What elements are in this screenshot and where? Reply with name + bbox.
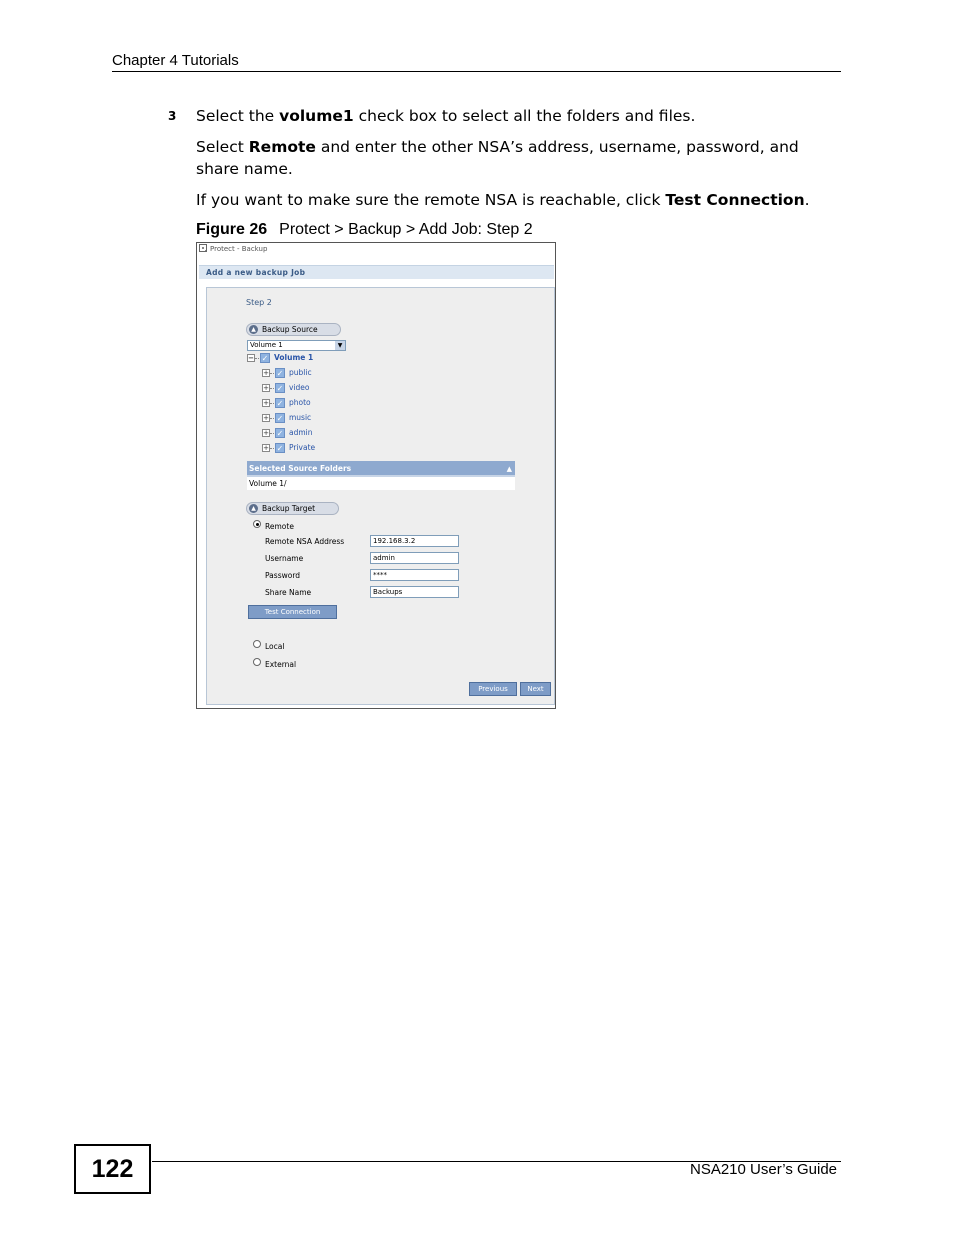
video-checkbox[interactable]: ✓ xyxy=(275,383,285,393)
arrow-circle-icon: ▲ xyxy=(249,325,258,334)
tree-connector xyxy=(270,433,274,434)
external-label: External xyxy=(265,660,297,669)
collapse-icon[interactable]: − xyxy=(247,354,255,362)
expand-icon[interactable]: + xyxy=(262,444,270,452)
job-title-bar: Add a new backup Job xyxy=(199,265,554,279)
backup-source-label: Backup Source xyxy=(262,325,318,334)
guide-title: NSA210 User’s Guide xyxy=(690,1161,838,1178)
step-paragraph-2: Select Remote and enter the other NSA’s … xyxy=(196,136,826,180)
tree-label-volume1: Volume 1 xyxy=(274,353,314,362)
expand-icon[interactable]: + xyxy=(262,399,270,407)
p2-text: Select xyxy=(196,138,249,156)
p1-text: Select the xyxy=(196,107,280,125)
music-checkbox[interactable]: ✓ xyxy=(275,413,285,423)
expand-icon[interactable]: + xyxy=(262,384,270,392)
step-number: 3 xyxy=(168,109,177,123)
figure-caption: Figure 26 Protect > Backup > Add Job: Ste… xyxy=(196,221,533,239)
tree-connector xyxy=(270,418,274,419)
local-radio[interactable] xyxy=(253,640,261,648)
p1-bold: volume1 xyxy=(279,107,354,125)
volume1-checkbox[interactable]: ✓ xyxy=(260,353,270,363)
local-label: Local xyxy=(265,642,285,651)
expand-icon[interactable]: + xyxy=(262,414,270,422)
username-input[interactable]: admin xyxy=(370,552,459,564)
breadcrumb: Protect - Backup xyxy=(199,244,267,253)
grid-icon xyxy=(199,244,207,252)
selected-folders-header[interactable]: Selected Source Folders ▲ xyxy=(247,461,515,477)
tree-connector xyxy=(270,448,274,449)
step-title: Step 2 xyxy=(246,298,272,307)
chapter-header: Chapter 4 Tutorials xyxy=(112,52,239,69)
external-radio[interactable] xyxy=(253,658,261,666)
admin-checkbox[interactable]: ✓ xyxy=(275,428,285,438)
share-name-label: Share Name xyxy=(265,588,312,597)
chevron-down-icon[interactable]: ▼ xyxy=(335,341,345,350)
tree-connector xyxy=(255,358,259,359)
p3-bold: Test Connection xyxy=(665,191,805,209)
p3-text-end: . xyxy=(804,191,810,209)
p2-bold: Remote xyxy=(248,138,316,156)
password-input[interactable]: **** xyxy=(370,569,459,581)
address-label: Remote NSA Address xyxy=(265,537,345,546)
test-connection-button[interactable]: Test Connection xyxy=(248,605,337,619)
tree-label: Private xyxy=(289,443,316,452)
arrow-circle-icon: ▲ xyxy=(249,504,258,513)
private-checkbox[interactable]: ✓ xyxy=(275,443,285,453)
selected-folder-row: Volume 1/ xyxy=(247,477,515,490)
tree-label: admin xyxy=(289,428,313,437)
figure-label: Figure 26 xyxy=(196,221,268,238)
username-label: Username xyxy=(265,554,304,563)
remote-radio[interactable] xyxy=(253,520,261,528)
tree-connector xyxy=(270,388,274,389)
tree-label: music xyxy=(289,413,312,422)
chevron-up-icon[interactable]: ▲ xyxy=(507,461,512,477)
tree-label: video xyxy=(289,383,310,392)
selected-folders-title: Selected Source Folders xyxy=(249,464,352,473)
backup-target-pill: ▲ Backup Target xyxy=(246,502,339,515)
password-label: Password xyxy=(265,571,301,580)
backup-source-pill: ▲ Backup Source xyxy=(246,323,341,336)
figure-title: Protect > Backup > Add Job: Step 2 xyxy=(279,221,533,238)
tree-label: public xyxy=(289,368,312,377)
address-input[interactable]: 192.168.3.2 xyxy=(370,535,459,547)
header-divider xyxy=(112,71,841,72)
volume-select[interactable]: Volume 1 ▼ xyxy=(247,340,346,351)
backup-target-label: Backup Target xyxy=(262,504,316,513)
p1-text-end: check box to select all the folders and … xyxy=(353,107,696,125)
next-button[interactable]: Next xyxy=(520,682,551,696)
tree-label: photo xyxy=(289,398,311,407)
photo-checkbox[interactable]: ✓ xyxy=(275,398,285,408)
step-paragraph-3: If you want to make sure the remote NSA … xyxy=(196,189,810,211)
volume-select-value: Volume 1 xyxy=(250,341,283,349)
tree-connector xyxy=(270,403,274,404)
backup-screenshot: Protect - Backup Add a new backup Job St… xyxy=(196,242,556,709)
breadcrumb-text: Protect - Backup xyxy=(210,245,268,253)
expand-icon[interactable]: + xyxy=(262,369,270,377)
step-panel: Step 2 ▲ Backup Source Volume 1 ▼ − ✓ Vol… xyxy=(206,287,555,705)
step-paragraph-1: Select the volume1 check box to select a… xyxy=(196,105,695,127)
p3-text: If you want to make sure the remote NSA … xyxy=(196,191,666,209)
share-name-input[interactable]: Backups xyxy=(370,586,459,598)
expand-icon[interactable]: + xyxy=(262,429,270,437)
page-number: 122 xyxy=(74,1144,151,1194)
previous-button[interactable]: Previous xyxy=(469,682,517,696)
remote-label: Remote xyxy=(265,522,294,531)
tree-connector xyxy=(270,373,274,374)
public-checkbox[interactable]: ✓ xyxy=(275,368,285,378)
